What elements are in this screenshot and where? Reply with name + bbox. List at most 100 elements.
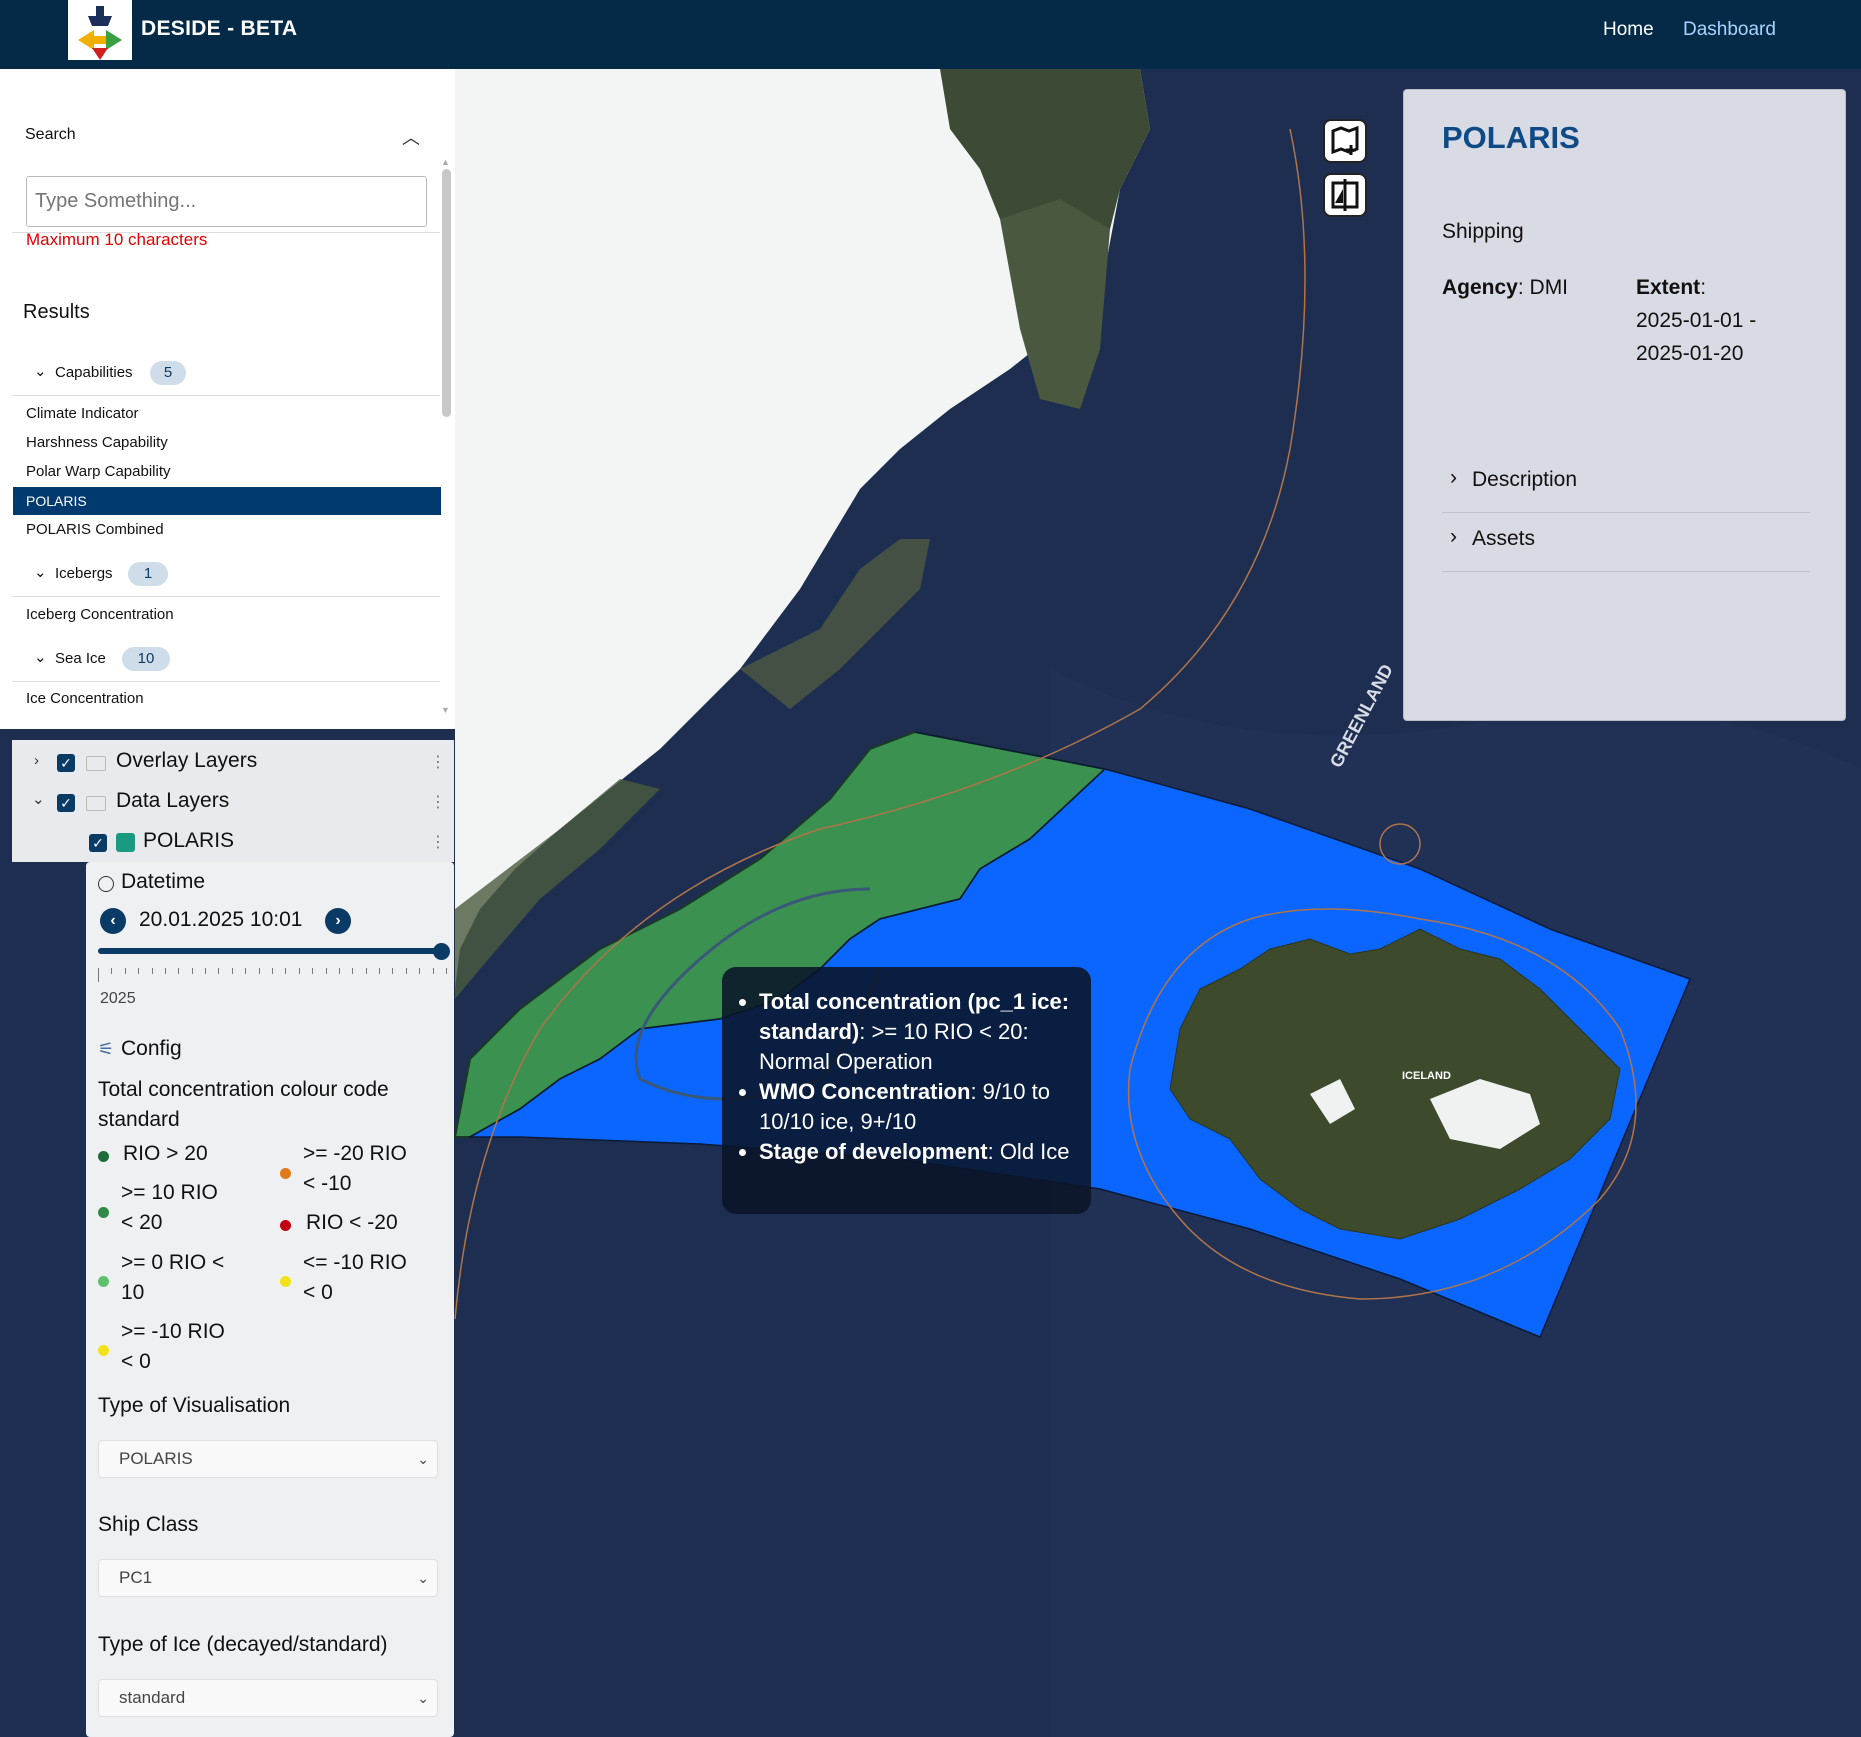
slider-tick [124, 968, 126, 974]
legend-label: < 20 [121, 1211, 163, 1234]
agency-value: : DMI [1517, 276, 1569, 299]
legend-label: >= 10 RIO [121, 1181, 218, 1204]
ice-type-select[interactable]: standard ⌄ [98, 1679, 438, 1717]
add-map-button[interactable] [1323, 119, 1367, 163]
overlay-menu-icon[interactable]: ⋮ [430, 752, 446, 772]
result-item[interactable]: Harshness Capability [13, 429, 441, 457]
legend-dot [98, 1151, 109, 1162]
legend-label: < 0 [303, 1281, 333, 1304]
group-sea-ice[interactable]: ⌄ Sea Ice 10 [12, 638, 440, 682]
results-title: Results [23, 301, 90, 323]
tooltip-item: WMO Concentration: 9/10 to 10/10 ice, 9+… [759, 1077, 1075, 1137]
slider-tick [218, 968, 220, 974]
slider-tick [151, 968, 153, 974]
result-item[interactable]: Iceberg Concentration [13, 601, 441, 629]
folder-open-icon [86, 796, 106, 811]
scroll-down-arrow[interactable]: ▼ [441, 705, 450, 715]
layer-config-card: Datetime ‹ 20.01.2025 10:01 › 2025 ⚟ Con… [86, 862, 454, 1737]
chevron-right-icon: › [1450, 525, 1457, 548]
visualisation-value: POLARIS [119, 1449, 193, 1468]
slider-tick [245, 968, 247, 974]
data-layers-checkbox[interactable]: ✓ [57, 794, 75, 812]
search-input[interactable] [26, 176, 427, 227]
legend-label: RIO < -20 [306, 1211, 398, 1234]
slider-tick [272, 968, 273, 974]
slider-tick [231, 968, 233, 974]
chevron-down-icon[interactable]: ⌄ [32, 790, 45, 808]
group-capabilities[interactable]: ⌄ Capabilities 5 [12, 352, 440, 396]
polaris-menu-icon[interactable]: ⋮ [430, 832, 446, 852]
description-accordion[interactable]: › Description [1442, 454, 1810, 513]
time-slider-track[interactable] [98, 948, 446, 954]
time-slider-handle[interactable] [433, 943, 450, 960]
chevron-down-icon: ⌄ [34, 649, 47, 666]
legend-label: >= -10 RIO [121, 1320, 225, 1343]
info-category: Shipping [1442, 220, 1524, 243]
tooltip-key: Stage of development [759, 1139, 988, 1164]
legend-dot [280, 1168, 291, 1179]
nav-home-link[interactable]: Home [1603, 19, 1654, 41]
extent-from: 2025-01-01 - [1636, 309, 1757, 332]
slider-tick [312, 968, 314, 974]
scrollbar-thumb[interactable] [442, 169, 451, 417]
overlay-layers-checkbox[interactable]: ✓ [57, 754, 75, 772]
nav-dashboard-link[interactable]: Dashboard [1683, 19, 1776, 41]
tooltip-item: Total concentration (pc_1 ice: standard)… [759, 987, 1075, 1077]
tooltip-item: Stage of development: Old Ice [759, 1137, 1075, 1167]
count-badge: 5 [150, 361, 186, 385]
result-item[interactable]: POLARIS Combined [13, 516, 441, 544]
assets-label: Assets [1472, 527, 1536, 550]
ship-class-select[interactable]: PC1 ⌄ [98, 1559, 438, 1597]
legend-dot [280, 1220, 291, 1231]
result-item[interactable]: Climate Indicator [13, 400, 441, 428]
result-item-selected[interactable]: POLARIS [13, 487, 441, 515]
agency-label: Agency [1442, 276, 1518, 299]
compare-map-button[interactable] [1323, 173, 1367, 217]
slider-tick [432, 968, 434, 974]
description-label: Description [1472, 468, 1578, 491]
slider-tick [111, 968, 113, 974]
slider-tick [352, 968, 354, 974]
slider-tick [298, 968, 300, 974]
slider-tick [405, 968, 407, 974]
count-badge: 1 [128, 562, 168, 586]
info-title: POLARIS [1442, 120, 1580, 155]
slider-tick [258, 968, 260, 974]
slider-tick [419, 968, 421, 974]
result-item[interactable]: Ice Concentration [13, 685, 441, 713]
search-title: Search [25, 126, 76, 143]
slider-tick [164, 968, 166, 974]
previous-date-button[interactable]: ‹ [100, 908, 126, 934]
polaris-layer-checkbox[interactable]: ✓ [89, 834, 107, 852]
legend-label: RIO > 20 [123, 1142, 208, 1165]
chevron-down-icon: ⌄ [417, 1690, 429, 1706]
slider-tick [138, 968, 140, 974]
datetime-value: 20.01.2025 10:01 [139, 908, 303, 931]
chevron-down-icon: ⌄ [417, 1570, 429, 1586]
next-date-button[interactable]: › [325, 908, 351, 934]
ship-class-label: Ship Class [98, 1513, 199, 1536]
chevron-right-icon: › [1450, 466, 1457, 489]
legend-label: < 0 [121, 1350, 151, 1373]
extent: Extent: [1636, 276, 1706, 300]
legend-dot [280, 1276, 291, 1287]
tooltip-value: : Old Ice [987, 1139, 1070, 1164]
extent-label: Extent [1636, 276, 1701, 299]
result-item[interactable]: Polar Warp Capability [13, 458, 441, 486]
chevron-up-icon[interactable]: ︿ [402, 124, 420, 150]
group-icebergs[interactable]: ⌄ Icebergs 1 [12, 553, 440, 597]
brand-title: DESIDE - BETA [141, 17, 298, 40]
assets-accordion[interactable]: › Assets [1442, 513, 1810, 572]
chevron-down-icon: ⌄ [34, 564, 47, 581]
tooltip-key: WMO Concentration [759, 1079, 971, 1104]
slider-tick [178, 968, 180, 974]
map-add-icon [1331, 125, 1359, 155]
deside-logo[interactable] [68, 0, 132, 60]
scroll-up-arrow[interactable]: ▲ [441, 157, 450, 167]
visualisation-select[interactable]: POLARIS ⌄ [98, 1440, 438, 1478]
chevron-right-icon[interactable]: › [34, 752, 39, 769]
data-menu-icon[interactable]: ⋮ [430, 792, 446, 812]
legend-label: <= -10 RIO [303, 1251, 407, 1274]
extent-to: 2025-01-20 [1636, 342, 1744, 365]
top-navigation-bar: DESIDE - BETA Home Dashboard [0, 0, 1861, 69]
